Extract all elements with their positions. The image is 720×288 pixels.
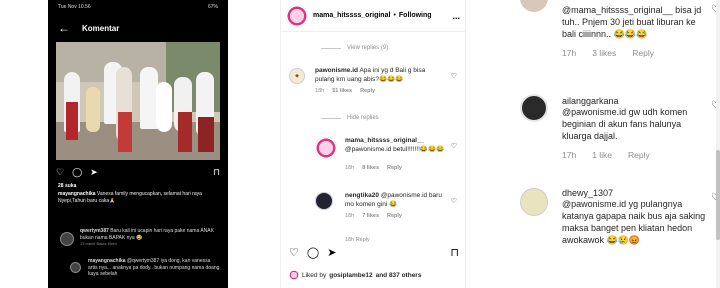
view-replies-button[interactable]: View replies (9) [321,45,388,51]
post-reply: nengtika20 @pawonisme.id baru mo komen g… [345,192,445,221]
post-comments-panel: mama_hitssss_original • Following ... Vi… [280,0,466,288]
back-arrow-icon[interactable]: ← [58,21,70,35]
comment-meta: 17h 1 like Reply [562,150,712,160]
status-time: Tue Nov 10.56 [58,4,91,10]
ailanggarkana-avatar[interactable] [520,94,548,122]
partial-reply-meta: 18h Reply [345,237,370,243]
post-reply: mama_hitssss_original__ @pawonisme.id be… [345,137,445,173]
like-heart-icon[interactable]: ♡ [451,197,457,205]
scrollbar-track[interactable] [716,0,720,288]
comment-body: dhewy_1307 @pawonisme.id yg pulangnya ka… [562,188,712,246]
reply-button[interactable]: Reply [387,164,402,173]
like-heart-icon[interactable]: ♡ [451,142,457,150]
comment-text: @pawonisme.id gw udh komen beginian di a… [562,107,688,141]
phone-reply-user[interactable]: mayangnachika [88,258,126,264]
post-header: mama_hitssss_original • Following ... [281,0,465,32]
reply-avatar[interactable] [315,137,337,159]
comment-meta: 18h 51 likes Reply [315,87,445,96]
comment-likes[interactable]: 1 like [592,150,612,160]
reply-likes[interactable]: 8 likes [362,164,379,173]
commenter-avatar[interactable] [520,0,548,12]
comment-likes[interactable]: 3 likes [592,48,616,58]
commenter-avatar[interactable] [60,232,74,246]
reply-time: 18h [345,213,355,219]
post-actions: ♡ ◯ ➤ ⊓ [289,246,459,259]
comment-time: 18h [315,88,325,94]
separator-dot: • [393,12,396,19]
reply-button[interactable]: Reply [387,212,402,221]
comment-meta: 17h 3 likes Reply [562,48,712,58]
reply-user[interactable]: nengtika20 [345,192,379,199]
phone-screenshot: Tue Nov 10.56 67% ← Komentar ♡ ◯ ➤ ⊓ 28 … [48,0,228,288]
comment-user[interactable]: dhewy_1307 [562,188,712,198]
comment-reply-button[interactable]: Reply [360,87,375,96]
reply-text: @pawonisme.id betul!!!!!!!😂😂😂 [345,145,445,153]
dhewy-avatar[interactable] [520,188,548,216]
poster-avatar[interactable] [286,4,308,27]
heart-icon[interactable]: ♡ [56,167,64,178]
zoomed-comments-panel: @mama_hitssss_original__ bisa jd tuh.. P… [510,0,720,288]
phone-comment: qwertym387 Baru kali ini ucapin hari ray… [80,228,220,248]
reply-meta: 18h 8 likes Reply [345,164,445,173]
following-button[interactable]: Following [399,12,432,19]
hide-replies-button[interactable]: Hide replies [321,115,379,121]
comment-user[interactable]: ailanggarkana [562,96,712,106]
phone-title: Komentar [82,23,120,33]
comment-reply-button[interactable]: Reply [628,150,650,160]
like-heart-icon[interactable]: ♡ [451,72,457,80]
reply-meta: 18h 7 likes Reply [345,212,445,221]
phone-status-bar: Tue Nov 10.56 67% [48,0,228,14]
post-comment: pawonisme.id Apa ini yg d Bali g bisa pu… [315,67,445,96]
comment-body: @mama_hitssss_original__ bisa jd tuh.. P… [562,4,712,58]
share-icon[interactable]: ➤ [327,246,336,259]
divider-line [321,47,341,49]
comment-body: ailanggarkana @pawonisme.id gw udh komen… [562,96,712,160]
more-options-icon[interactable]: ... [452,11,460,21]
phone-reply: mayangnachika @qwertym387 iya dong, kan … [88,258,220,278]
poster-username[interactable]: mama_hitssss_original [313,12,390,19]
scrollbar-thumb[interactable] [716,150,720,240]
phone-post-actions: ♡ ◯ ➤ ⊓ [56,167,220,178]
comment-icon[interactable]: ◯ [72,167,82,178]
phone-comment-user[interactable]: qwertym387 [80,228,109,234]
hide-replies-label: Hide replies [347,115,379,121]
liked-by-prefix: Liked by [302,271,327,279]
nengtika-avatar[interactable] [315,192,333,210]
bookmark-icon[interactable]: ⊓ [450,246,459,259]
comment-time: 17h [562,150,577,160]
view-replies-label: View replies (9) [347,45,389,51]
pawonisme-avatar[interactable]: ◆ [289,68,305,84]
screenshot-collage: Tue Nov 10.56 67% ← Komentar ♡ ◯ ➤ ⊓ 28 … [0,0,720,288]
share-icon[interactable]: ➤ [90,167,98,178]
divider-line [321,117,341,119]
liked-by: Liked by gosiplambe12 and 837 others [289,270,421,280]
liker-avatar[interactable] [289,270,299,280]
reply-user[interactable]: mama_hitssss_original__ [345,137,424,144]
comment-text: @mama_hitssss_original__ bisa jd tuh.. P… [562,5,702,39]
status-battery: 67% [207,4,218,10]
liked-by-suffix[interactable]: and 837 others [376,272,422,279]
comment-reply-button[interactable]: Reply [632,48,654,58]
bookmark-icon[interactable]: ⊓ [213,167,220,178]
comment-icon[interactable]: ◯ [307,246,319,259]
phone-likes-count[interactable]: 28 suka [58,183,76,189]
phone-caption: mayangnachika Vanesa family mengucapkan,… [58,191,220,204]
comment-user[interactable]: pawonisme.id [315,67,358,74]
reply-likes[interactable]: 7 likes [362,212,379,221]
comment-text: @pawonisme.id yg pulangnya katanya gapap… [562,199,706,245]
comment-likes[interactable]: 51 likes [332,87,352,96]
heart-icon[interactable]: ♡ [289,246,299,259]
reply-avatar[interactable] [70,262,81,273]
phone-comment-meta: 13 menit Balas Kirim [80,241,117,246]
comment-time: 17h [562,48,577,58]
reply-time: 18h [345,165,355,171]
family-photo[interactable] [56,42,220,160]
caption-user[interactable]: mayangnachika [58,191,96,197]
liked-by-user[interactable]: gosiplambe12 [329,272,372,279]
phone-header: ← Komentar [48,14,228,42]
